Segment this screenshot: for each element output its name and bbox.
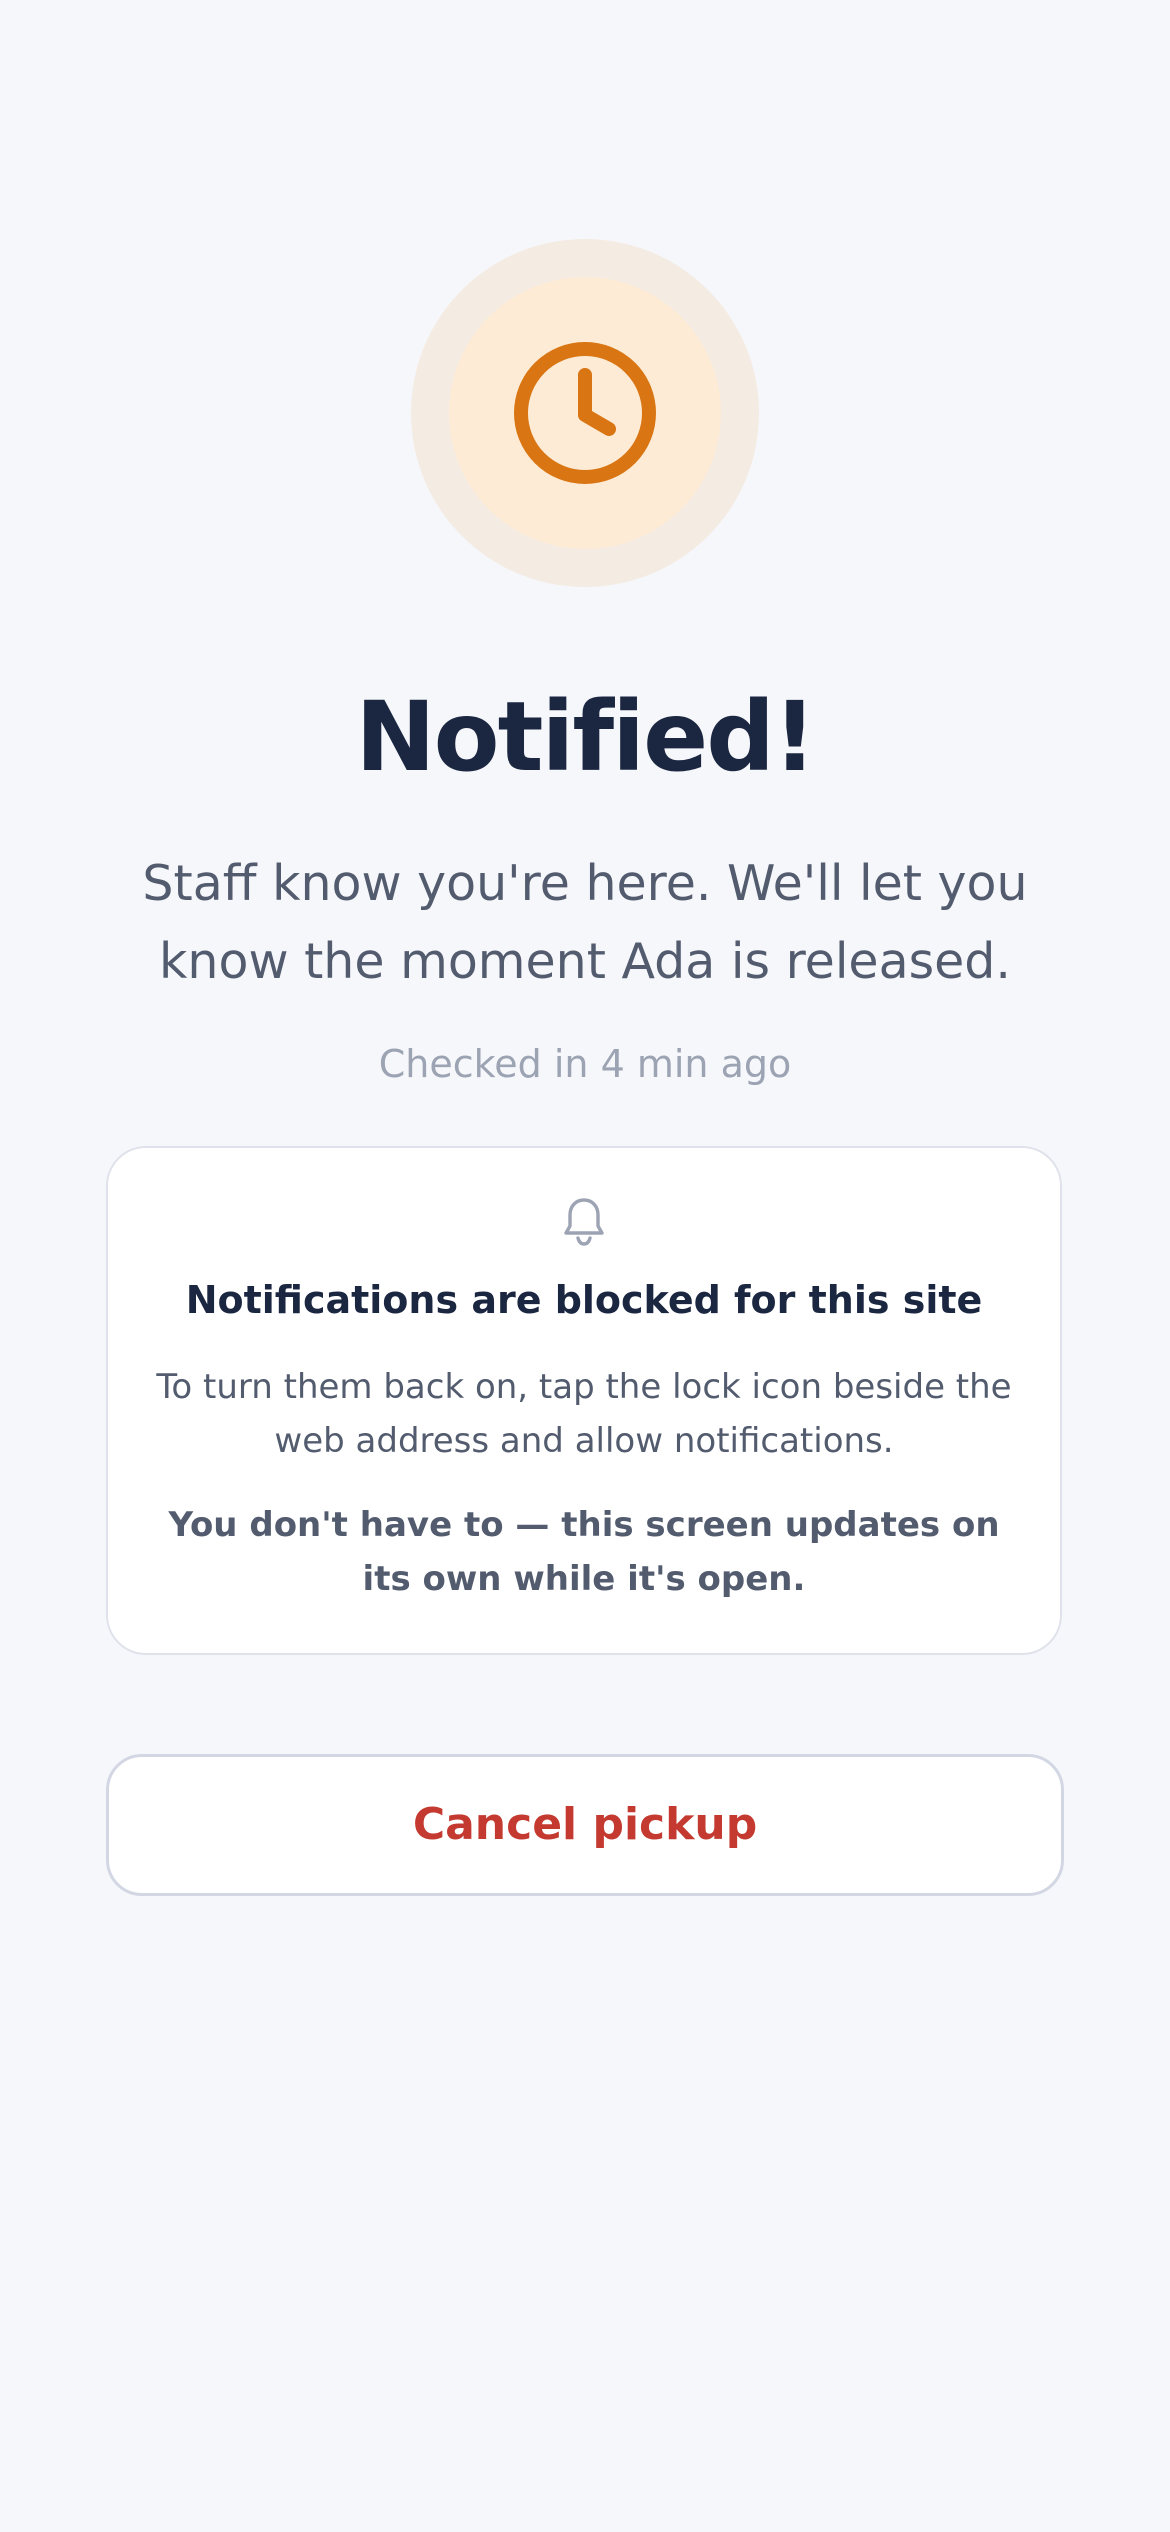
clock-icon bbox=[514, 342, 656, 484]
notifications-blocked-card: Notifications are blocked for this site … bbox=[106, 1146, 1062, 1655]
page-title: Notified! bbox=[355, 681, 816, 793]
status-icon-badge bbox=[411, 239, 759, 587]
status-message: Staff know you're here. We'll let you kn… bbox=[142, 855, 1028, 990]
pickup-status-screen: Notified! Staff know you're here. We'll … bbox=[0, 0, 1170, 2532]
notice-instructions: To turn them back on, tap the lock icon … bbox=[156, 1367, 1012, 1461]
notice-reassurance: You don't have to — this screen updates … bbox=[168, 1505, 1000, 1599]
cancel-pickup-button[interactable]: Cancel pickup bbox=[106, 1754, 1064, 1896]
notice-heading: Notifications are blocked for this site bbox=[185, 1278, 983, 1322]
checked-in-timestamp: Checked in 4 min ago bbox=[378, 1042, 792, 1086]
bell-icon bbox=[564, 1198, 604, 1246]
